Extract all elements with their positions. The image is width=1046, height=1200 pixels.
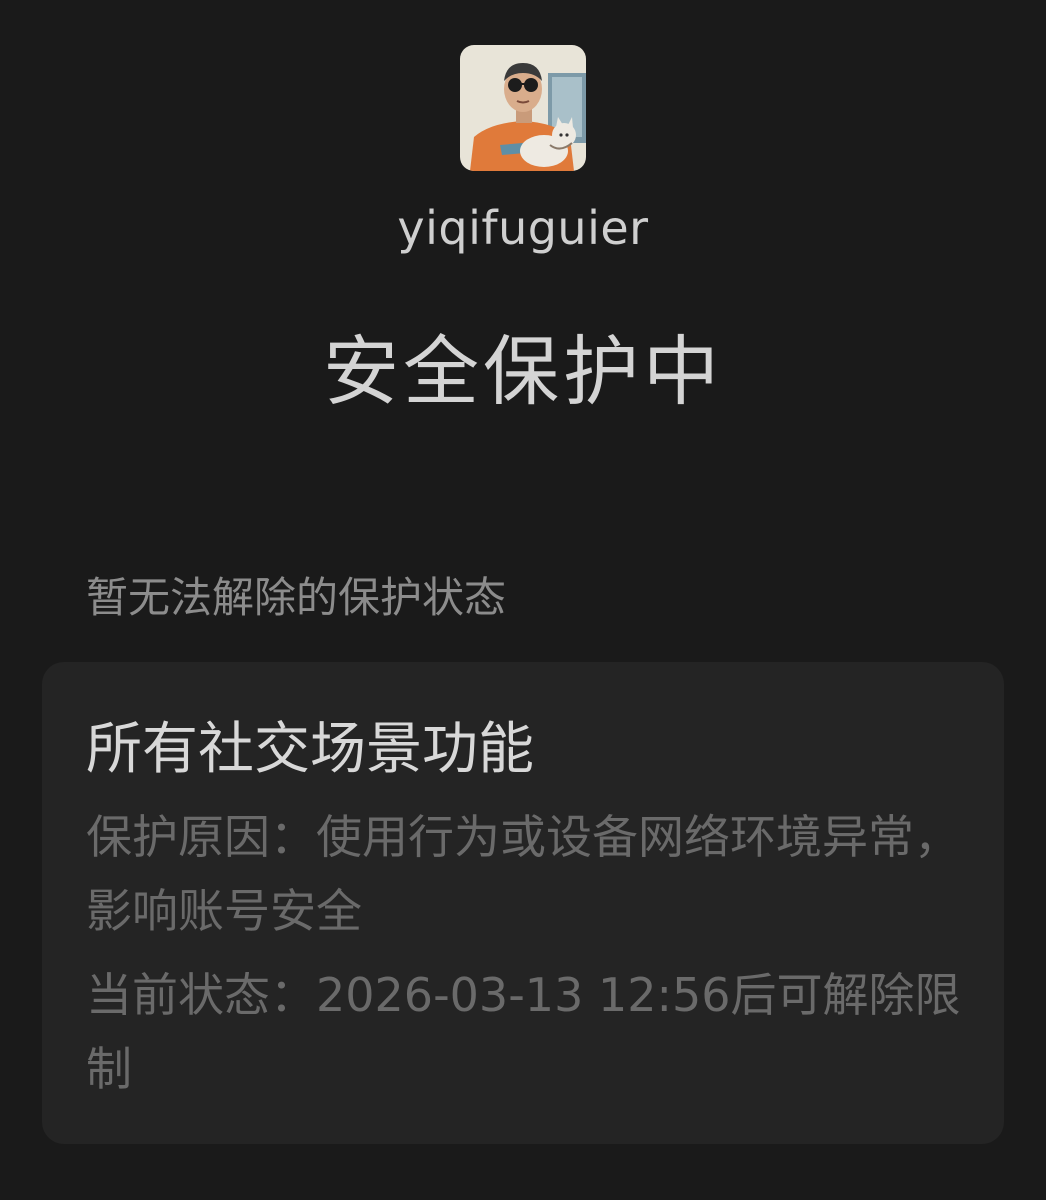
protection-card: 所有社交场景功能 保护原因：使用行为或设备网络环境异常，影响账号安全 当前状态：…: [42, 662, 1004, 1144]
protection-reason: 保护原因：使用行为或设备网络环境异常，影响账号安全: [86, 810, 960, 938]
current-status: 当前状态：2026-03-13 12:56后可解除限制: [86, 968, 961, 1096]
section-label: 暂无法解除的保护状态: [86, 573, 507, 622]
card-title: 所有社交场景功能: [86, 717, 534, 782]
avatar-illustration-icon: [460, 45, 586, 171]
avatar: [460, 45, 586, 171]
page-title: 安全保护中: [323, 327, 723, 416]
username: yiqifuguier: [397, 201, 649, 255]
